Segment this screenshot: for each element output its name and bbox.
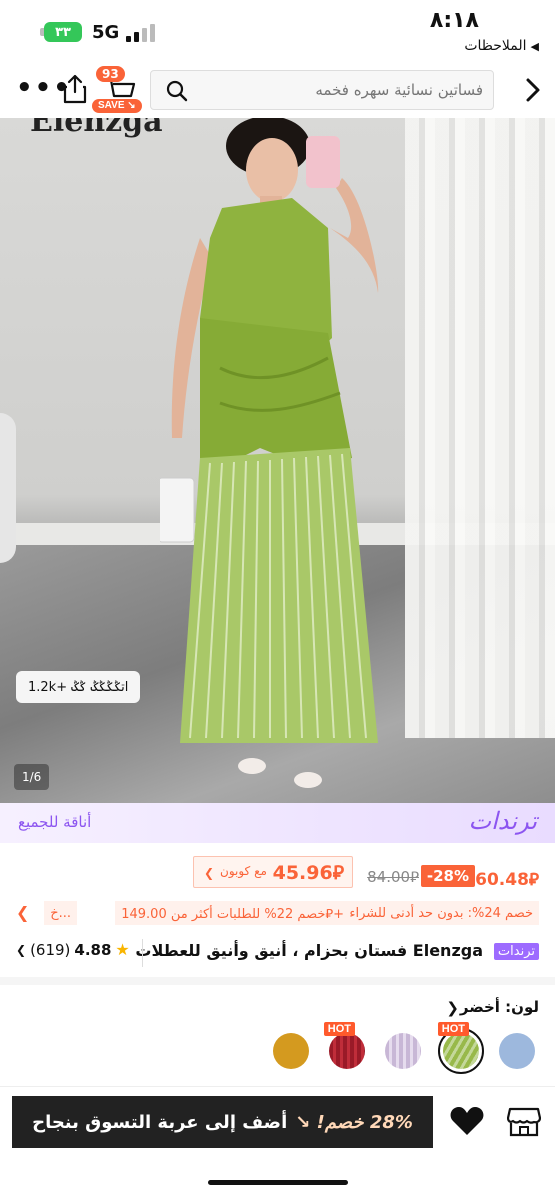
divider [0,1086,555,1087]
trends-subtitle: أناقة للجميع [18,813,92,831]
product-title-row: ترندات Elenzga فستان بحزام ، أنيق وأنيق … [0,935,555,971]
swatch-burgundy[interactable] [329,1033,365,1069]
search-bar[interactable] [150,70,494,110]
chair [0,413,16,563]
trends-title: ترندات [468,807,537,835]
coupon-price: 45.96⃁ [272,862,344,884]
signal-icon [126,24,158,42]
color-chevron-icon[interactable]: ❯ [446,999,459,1017]
promo-chevron-icon[interactable]: ❮ [16,903,29,922]
image-counter: 1/6 [14,764,50,790]
hot-badge: HOT [323,1022,355,1036]
current-price: 60.48⃁ [475,870,539,890]
search-input[interactable] [203,71,483,109]
cart-count-badge: 93 [96,66,125,82]
share-icon[interactable] [62,74,88,104]
original-price: 84.00⃁ [367,868,419,886]
save-label: SAVE [98,100,125,111]
swatch-light-blue[interactable] [499,1033,535,1069]
back-triangle-icon: ◀ [530,39,539,53]
product-title: Elenzga فستان بحزام ، أنيق وأنيق للعطلات [135,941,483,960]
swatch-lilac[interactable] [385,1033,421,1069]
coupon-chevron-icon: ❮ [204,866,215,880]
color-swatches: HOT HOT [0,1022,555,1074]
bottom-action-bar: 28% خصم! ↘ أضف إلى عربة التسوق بنجاح [0,1093,555,1153]
color-label[interactable]: لون: أخضر [460,998,539,1016]
network-label: 5G [92,22,120,43]
model-in-green-dress-image [160,118,379,788]
discount-badge: -28% [420,865,475,887]
price-row: 60.48⃁ -28% 84.00⃁ ❮ مع كوبون 45.96⃁ [0,852,555,896]
promo-chip[interactable]: خصم 24%: بدون حد أدنى للشراء [343,901,539,925]
clock: ٨:١٨ [429,8,479,33]
home-indicator [208,1180,348,1185]
product-image-carousel[interactable]: Elenzga 1.2k+ اتݣݣݣݣ ݣݣ 1/6 [0,118,555,803]
add-to-cart-button[interactable]: 28% خصم! ↘ أضف إلى عربة التسوق بنجاح [12,1096,433,1148]
swatch-olive-green[interactable] [438,1028,484,1074]
top-nav: ••• 93 SAVE ↘ [0,62,555,118]
add-to-cart-discount: 28% خصم! ↘ [295,1111,413,1133]
back-to-notes-link[interactable]: الملاحظات ◀ [464,38,539,54]
coupon-label: مع كوبون [220,864,267,878]
star-icon: ★ [115,940,130,959]
curtain [405,118,555,738]
hot-badge: HOT [437,1022,469,1036]
search-icon[interactable] [165,79,189,103]
views-pill: 1.2k+ اتݣݣݣݣ ݣݣ [16,671,141,703]
battery-level: ٣٣ [55,24,71,40]
review-count: (619) [30,940,71,959]
promo-chip[interactable]: خصم 22% للطلبات أكثر من 149.00⃁+ [115,901,350,925]
section-gap [0,977,555,985]
rating-link[interactable]: ❮ (619) 4.88 ★ [16,940,130,959]
heart-icon[interactable] [449,1105,485,1137]
trends-banner[interactable]: ترندات أناقة للجميع [0,803,555,843]
battery-indicator: ٣٣ [44,22,82,42]
back-notes-label: الملاحظات [464,38,527,54]
status-bar: ٣٣ 5G ٨:١٨ الملاحظات ◀ [0,0,555,60]
promo-chips[interactable]: ❮ خصم 24%: بدون حد أدنى للشراء خصم 22% ل… [0,901,555,927]
rating-value: 4.88 [74,940,112,959]
add-to-cart-label: أضف إلى عربة التسوق بنجاح [32,1111,288,1133]
divider [142,939,143,967]
chevron-left-icon: ❮ [16,942,27,957]
trends-tag: ترندات [493,943,539,960]
views-label: 1.2k+ اتݣݣݣݣ ݣݣ [28,679,129,695]
coupon-price-button[interactable]: ❮ مع كوبون 45.96⃁ [193,856,353,888]
store-icon[interactable] [507,1105,541,1137]
swatch-mustard[interactable] [273,1033,309,1069]
save-badge: SAVE ↘ [92,99,142,113]
promo-chip[interactable]: خ... [44,901,77,925]
back-chevron-icon[interactable] [523,76,543,104]
brand-watermark: Elenzga [30,118,163,139]
